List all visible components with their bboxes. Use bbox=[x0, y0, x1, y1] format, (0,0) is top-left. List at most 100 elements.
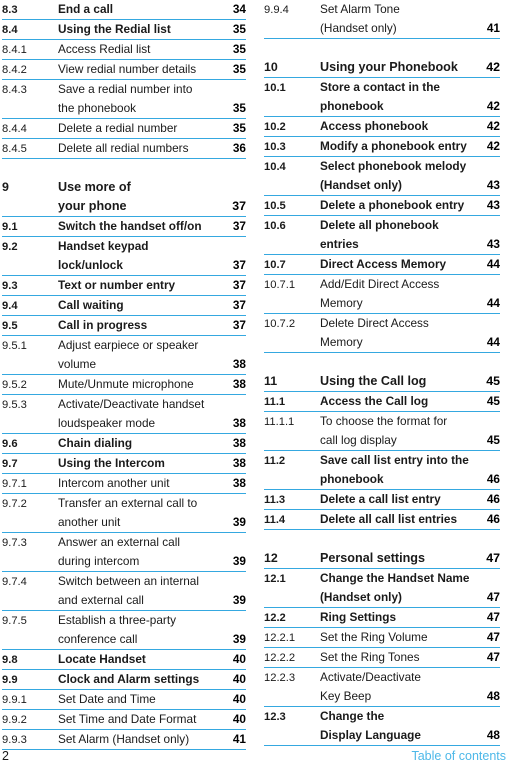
toc-entry[interactable]: 9.5.1 Adjust earpiece or speaker volume 38 bbox=[2, 336, 246, 375]
toc-entry[interactable]: 8.4.2 View redial number details 35 bbox=[2, 60, 246, 80]
toc-entry[interactable]: 9.5 Call in progress 37 bbox=[2, 316, 246, 336]
toc-entry[interactable]: 9.7.4 Switch between an internal and exter… bbox=[2, 572, 246, 611]
toc-entry[interactable]: 9.5.3 Activate/Deactivate handset loudspea… bbox=[2, 395, 246, 434]
toc-entry-line: 8.4.4 Delete a redial number 35 bbox=[2, 119, 246, 138]
toc-entry-page-number: 38 bbox=[232, 456, 246, 470]
toc-entry[interactable]: 8.4 Using the Redial list 35 bbox=[2, 20, 246, 40]
toc-entry[interactable]: 10 Using your Phonebook 42 bbox=[264, 58, 500, 78]
toc-entry[interactable]: 9.9.4 Set Alarm Tone (Handset only) 41 bbox=[264, 0, 500, 39]
toc-entry-number: 9.7 bbox=[2, 458, 18, 470]
toc-entry-number: 12.2.2 bbox=[264, 652, 296, 664]
toc-entry-line: 9.7.2 Transfer an external call to bbox=[2, 494, 246, 513]
toc-entry[interactable]: 8.4.1 Access Redial list 35 bbox=[2, 40, 246, 60]
toc-entry[interactable]: 12.3 Change the Display Language 48 bbox=[264, 707, 500, 746]
toc-entry[interactable]: 9.5.2 Mute/Unmute microphone 38 bbox=[2, 375, 246, 395]
toc-entry-line: 9.7.1 Intercom another unit 38 bbox=[2, 474, 246, 493]
toc-entry-number: 9.1 bbox=[2, 221, 18, 233]
toc-entry[interactable]: 9.6 Chain dialing 38 bbox=[2, 434, 246, 454]
toc-entry[interactable]: 10.7 Direct Access Memory 44 bbox=[264, 255, 500, 275]
toc-entry[interactable]: 9.8 Locate Handset 40 bbox=[2, 650, 246, 670]
toc-entry-title: Set the Ring Tones bbox=[320, 650, 420, 664]
toc-entry-number: 9.7.4 bbox=[2, 576, 27, 588]
toc-entry[interactable]: 9.9.2 Set Time and Date Format 40 bbox=[2, 710, 246, 730]
toc-entry[interactable]: 8.4.5 Delete all redial numbers 36 bbox=[2, 139, 246, 159]
toc-entry[interactable]: 9.7.3 Answer an external call during inter… bbox=[2, 533, 246, 572]
toc-entry[interactable]: 9.1 Switch the handset off/on 37 bbox=[2, 217, 246, 237]
toc-entry[interactable]: 11.3 Delete a call list entry 46 bbox=[264, 490, 500, 510]
toc-entry[interactable]: 10.7.1 Add/Edit Direct Access Memory 44 bbox=[264, 275, 500, 314]
toc-entry-page-number: 44 bbox=[486, 335, 500, 349]
toc-entry[interactable]: 12 Personal settings 47 bbox=[264, 549, 500, 569]
toc-entry-line: 11 Using the Call log 45 bbox=[264, 372, 500, 391]
toc-entry[interactable]: 10.4 Select phonebook melody (Handset only… bbox=[264, 157, 500, 196]
toc-entry-title: Access Redial list bbox=[58, 42, 151, 56]
toc-entry[interactable]: 12.2.2 Set the Ring Tones 47 bbox=[264, 648, 500, 668]
toc-entry-page-number: 37 bbox=[232, 318, 246, 332]
toc-entry-page-number: 45 bbox=[486, 394, 500, 408]
chapter-gap bbox=[264, 353, 500, 372]
toc-entry-title: Delete all call list entries bbox=[320, 512, 458, 526]
toc-entry[interactable]: 10.5 Delete a phonebook entry 43 bbox=[264, 196, 500, 216]
toc-entry[interactable]: 8.3 End a call 34 bbox=[2, 0, 246, 20]
toc-entry-title: Transfer an external call to bbox=[58, 496, 198, 510]
toc-entry-line: 9.8 Locate Handset 40 bbox=[2, 650, 246, 669]
toc-entry[interactable]: 12.2.3 Activate/Deactivate Key Beep 48 bbox=[264, 668, 500, 707]
toc-entry-title: Save call list entry into the bbox=[320, 453, 469, 467]
toc-entry[interactable]: 12.2 Ring Settings 47 bbox=[264, 608, 500, 628]
toc-entry-line: 10.1 Store a contact in the bbox=[264, 78, 500, 97]
toc-entry[interactable]: 11.4 Delete all call list entries 46 bbox=[264, 510, 500, 530]
toc-entry-number: 10.6 bbox=[264, 220, 286, 232]
toc-entry-number: 11.2 bbox=[264, 455, 286, 467]
toc-entry-title: Ring Settings bbox=[320, 610, 397, 624]
toc-entry-line: 11.1 Access the Call log 45 bbox=[264, 392, 500, 411]
toc-entry-line: 10.7.1 Add/Edit Direct Access bbox=[264, 275, 500, 294]
toc-entry[interactable]: 12.1 Change the Handset Name (Handset only… bbox=[264, 569, 500, 608]
toc-entry[interactable]: 10.6 Delete all phonebook entries 43 bbox=[264, 216, 500, 255]
toc-entry[interactable]: 9.9.1 Set Date and Time 40 bbox=[2, 690, 246, 710]
toc-entry-page-number: 37 bbox=[232, 199, 246, 213]
toc-entry-number: 12.2 bbox=[264, 612, 286, 624]
toc-entry-number: 8.4.4 bbox=[2, 123, 27, 135]
toc-entry-title: Text or number entry bbox=[58, 278, 176, 292]
toc-entry-line: 11.2 Save call list entry into the bbox=[264, 451, 500, 470]
toc-entry[interactable]: 9.9 Clock and Alarm settings 40 bbox=[2, 670, 246, 690]
toc-entry-page-number: 35 bbox=[232, 121, 246, 135]
toc-entry[interactable]: 8.4.4 Delete a redial number 35 bbox=[2, 119, 246, 139]
toc-entry-line: entries 43 bbox=[264, 235, 500, 254]
toc-entry-title: Access the Call log bbox=[320, 394, 429, 408]
toc-entry[interactable]: 11.1.1 To choose the format for call log d… bbox=[264, 412, 500, 451]
toc-entry[interactable]: 9.7 Using the Intercom 38 bbox=[2, 454, 246, 474]
toc-entry[interactable]: 10.2 Access phonebook 42 bbox=[264, 117, 500, 137]
toc-entry[interactable]: 11.2 Save call list entry into the phonebo… bbox=[264, 451, 500, 490]
toc-entry-page-number: 38 bbox=[232, 357, 246, 371]
toc-entry[interactable]: 9.7.2 Transfer an external call to another… bbox=[2, 494, 246, 533]
toc-entry-line: Key Beep 48 bbox=[264, 687, 500, 706]
toc-entry-line: 9.9.2 Set Time and Date Format 40 bbox=[2, 710, 246, 729]
toc-entry-page-number: 46 bbox=[486, 472, 500, 486]
toc-entry-number: 10.4 bbox=[264, 161, 286, 173]
toc-entry[interactable]: 11 Using the Call log 45 bbox=[264, 372, 500, 392]
toc-entry-line: loudspeaker mode 38 bbox=[2, 414, 246, 433]
toc-entry[interactable]: 9.2 Handset keypad lock/unlock 37 bbox=[2, 237, 246, 276]
toc-entry-line: 8.4.1 Access Redial list 35 bbox=[2, 40, 246, 59]
toc-entry-page-number: 43 bbox=[486, 178, 500, 192]
toc-entry-title: during intercom bbox=[58, 554, 140, 568]
toc-entry[interactable]: 9.7.1 Intercom another unit 38 bbox=[2, 474, 246, 494]
toc-entry-page-number: 38 bbox=[232, 476, 246, 490]
toc-entry[interactable]: 10.1 Store a contact in the phonebook 42 bbox=[264, 78, 500, 117]
toc-entry[interactable]: 8.4.3 Save a redial number into the phoneb… bbox=[2, 80, 246, 119]
toc-entry[interactable]: 10.3 Modify a phonebook entry 42 bbox=[264, 137, 500, 157]
toc-entry[interactable]: 9 Use more of your phone 37 bbox=[2, 178, 246, 217]
toc-entry-page-number: 45 bbox=[486, 433, 500, 447]
toc-entry[interactable]: 11.1 Access the Call log 45 bbox=[264, 392, 500, 412]
toc-entry[interactable]: 9.4 Call waiting 37 bbox=[2, 296, 246, 316]
toc-entry-line: Display Language 48 bbox=[264, 726, 500, 745]
toc-entry[interactable]: 9.3 Text or number entry 37 bbox=[2, 276, 246, 296]
toc-entry-line: 10 Using your Phonebook 42 bbox=[264, 58, 500, 77]
toc-entry[interactable]: 12.2.1 Set the Ring Volume 47 bbox=[264, 628, 500, 648]
toc-entry[interactable]: 9.7.5 Establish a three-party conference c… bbox=[2, 611, 246, 650]
toc-entry-line: 9.1 Switch the handset off/on 37 bbox=[2, 217, 246, 236]
toc-entry-title: another unit bbox=[58, 515, 121, 529]
toc-entry-line: conference call 39 bbox=[2, 630, 246, 649]
toc-entry[interactable]: 10.7.2 Delete Direct Access Memory 44 bbox=[264, 314, 500, 353]
